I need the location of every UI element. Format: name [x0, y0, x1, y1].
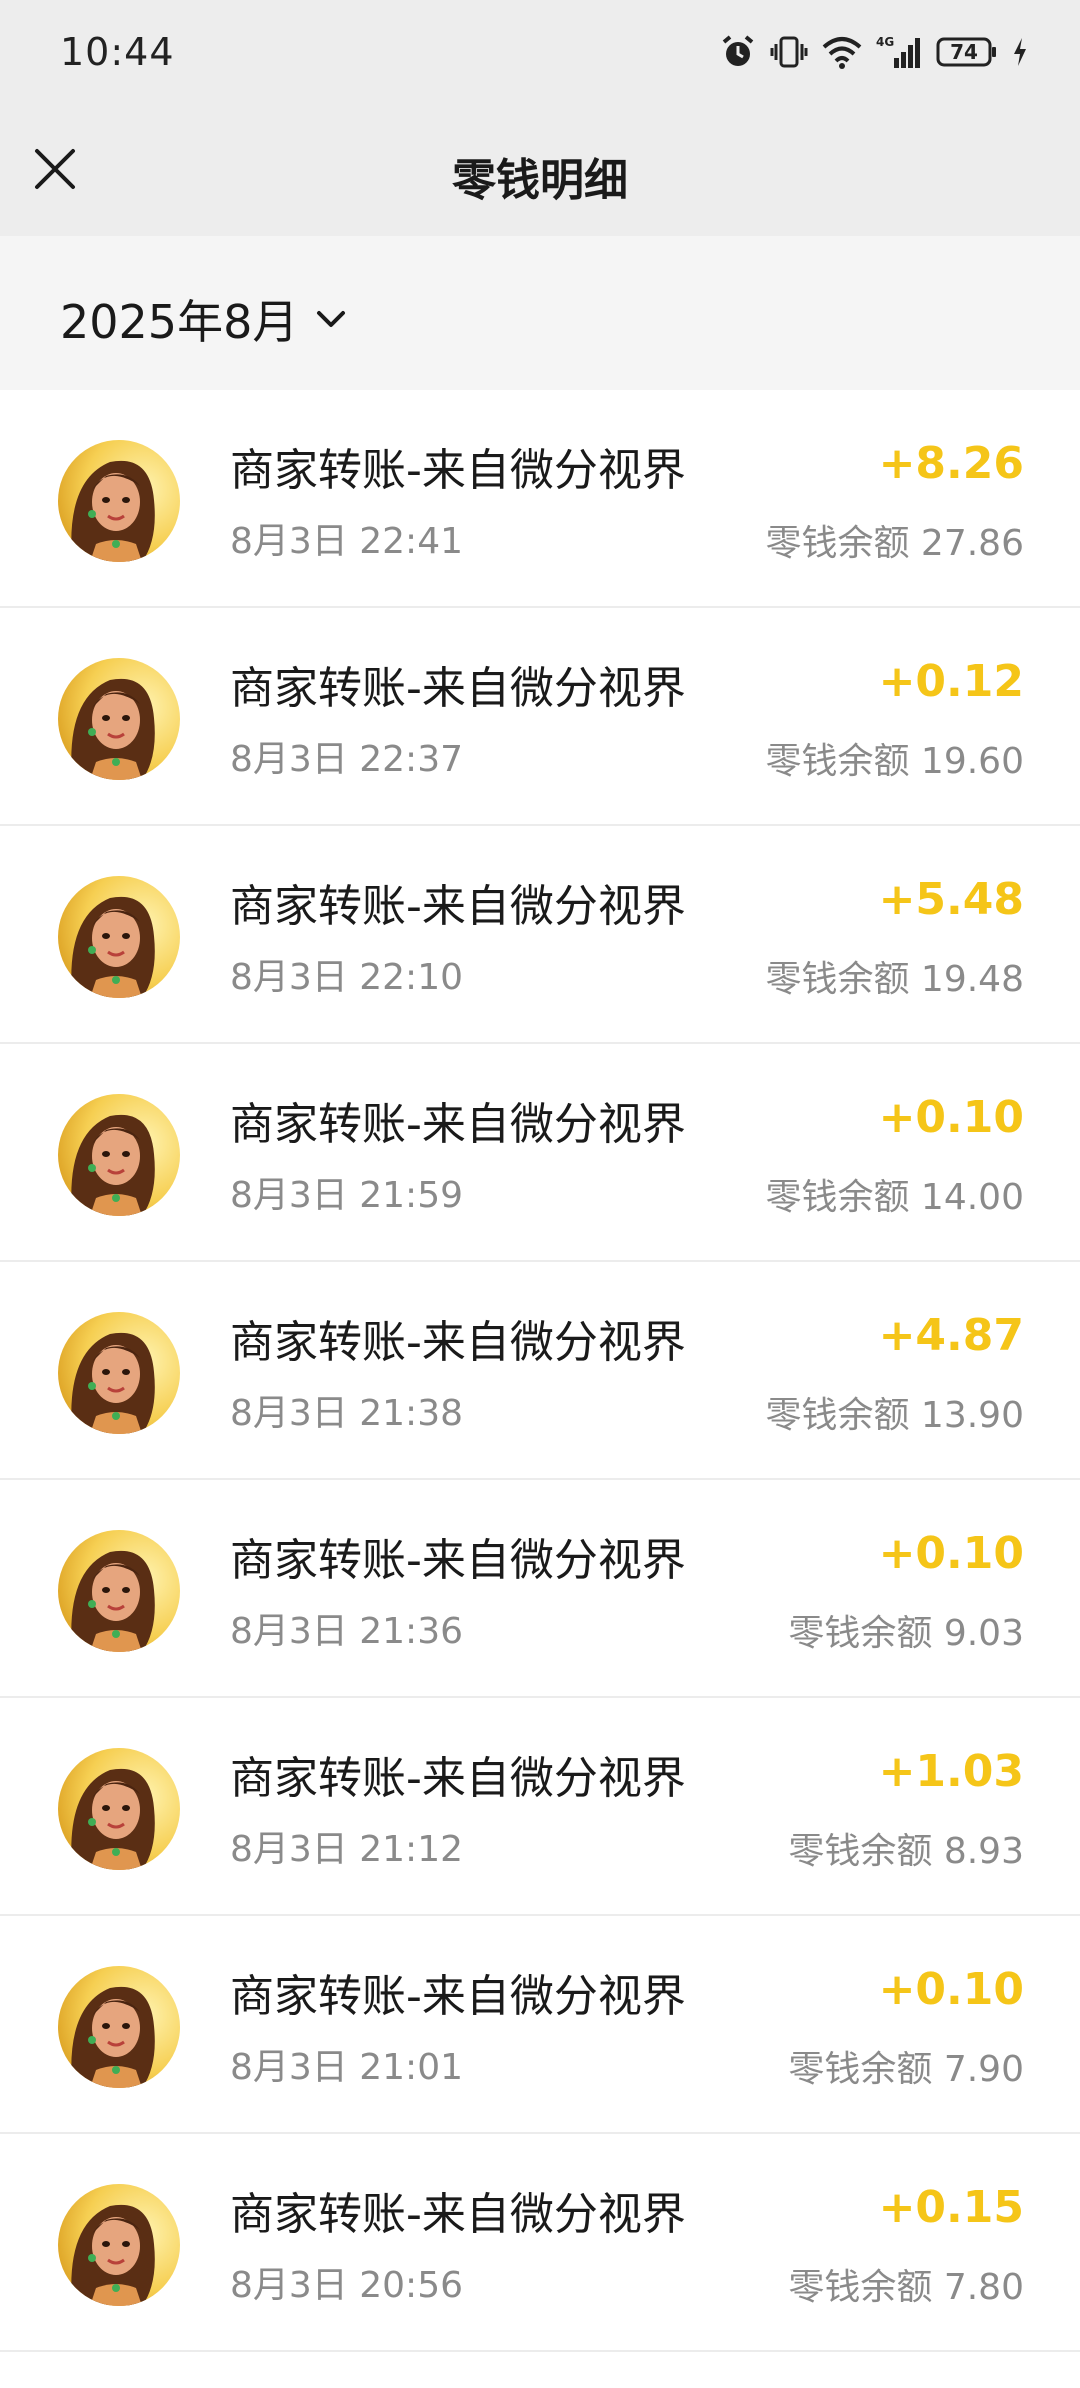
transaction-list: 商家转账-来自微分视界 8月3日 22:41 +8.26 零钱余额 27.86 商家转…: [0, 390, 1080, 2352]
transaction-balance: 零钱余额 19.48: [765, 959, 1024, 1000]
transaction-balance: 零钱余额 19.60: [765, 741, 1024, 782]
battery-level: 74: [950, 40, 978, 64]
transaction-title: 商家转账-来自微分视界: [230, 881, 686, 932]
transaction-title: 商家转账-来自微分视界: [230, 1099, 686, 1150]
merchant-avatar: [58, 1530, 180, 1652]
transaction-row[interactable]: 商家转账-来自微分视界 8月3日 21:01 +0.10 零钱余额 7.90: [0, 1916, 1080, 2134]
svg-text:4G: 4G: [876, 35, 894, 49]
transaction-amount: +4.87: [878, 1310, 1024, 1361]
transaction-row[interactable]: 商家转账-来自微分视界 8月3日 22:41 +8.26 零钱余额 27.86: [0, 390, 1080, 608]
transaction-row[interactable]: 商家转账-来自微分视界 8月3日 21:12 +1.03 零钱余额 8.93: [0, 1698, 1080, 1916]
month-picker[interactable]: 2025年8月: [60, 286, 346, 352]
charging-icon: [1012, 36, 1028, 68]
transaction-amount: +0.15: [878, 2182, 1024, 2233]
merchant-avatar: [58, 1748, 180, 1870]
screen: 10:44 4G 74 零钱明细 2025年8月 商家转账-来自微分视界 8月3…: [0, 0, 1080, 2388]
battery-icon: 74: [936, 36, 998, 68]
page-title: 零钱明细: [452, 155, 628, 206]
merchant-avatar: [58, 1094, 180, 1216]
month-filter-bar: 2025年8月: [0, 236, 1080, 390]
transaction-amount: +0.12: [878, 656, 1024, 707]
merchant-avatar: [58, 2184, 180, 2306]
transaction-amount: +8.26: [878, 438, 1024, 489]
status-bar: 10:44 4G 74: [0, 0, 1080, 104]
transaction-title: 商家转账-来自微分视界: [230, 1317, 686, 1368]
transaction-time: 8月3日 21:12: [230, 1829, 463, 1870]
transaction-amount: +5.48: [878, 874, 1024, 925]
transaction-balance: 零钱余额 27.86: [765, 523, 1024, 564]
status-time: 10:44: [60, 30, 175, 74]
wifi-icon: [822, 35, 862, 69]
transaction-time: 8月3日 21:01: [230, 2047, 463, 2088]
transaction-amount: +0.10: [878, 1964, 1024, 2015]
transaction-title: 商家转账-来自微分视界: [230, 2189, 686, 2240]
transaction-balance: 零钱余额 7.90: [788, 2049, 1024, 2090]
transaction-row[interactable]: 商家转账-来自微分视界 8月3日 21:59 +0.10 零钱余额 14.00: [0, 1044, 1080, 1262]
transaction-balance: 零钱余额 7.80: [788, 2267, 1024, 2308]
transaction-title: 商家转账-来自微分视界: [230, 1753, 686, 1804]
transaction-amount: +0.10: [878, 1092, 1024, 1143]
transaction-amount: +1.03: [878, 1746, 1024, 1797]
transaction-balance: 零钱余额 9.03: [788, 1613, 1024, 1654]
transaction-row[interactable]: 商家转账-来自微分视界 8月3日 22:37 +0.12 零钱余额 19.60: [0, 608, 1080, 826]
merchant-avatar: [58, 440, 180, 562]
transaction-row[interactable]: 商家转账-来自微分视界 8月3日 20:56 +0.15 零钱余额 7.80: [0, 2134, 1080, 2352]
transaction-title: 商家转账-来自微分视界: [230, 663, 686, 714]
alarm-icon: [720, 34, 756, 70]
transaction-time: 8月3日 21:38: [230, 1393, 463, 1434]
transaction-balance: 零钱余额 14.00: [765, 1177, 1024, 1218]
month-label: 2025年8月: [60, 295, 299, 349]
transaction-time: 8月3日 22:41: [230, 521, 463, 562]
transaction-row[interactable]: 商家转账-来自微分视界 8月3日 21:38 +4.87 零钱余额 13.90: [0, 1262, 1080, 1480]
transaction-row[interactable]: 商家转账-来自微分视界 8月3日 21:36 +0.10 零钱余额 9.03: [0, 1480, 1080, 1698]
transaction-balance: 零钱余额 13.90: [765, 1395, 1024, 1436]
transaction-title: 商家转账-来自微分视界: [230, 445, 686, 496]
nav-bar: 零钱明细: [0, 104, 1080, 236]
transaction-time: 8月3日 22:10: [230, 957, 463, 998]
merchant-avatar: [58, 1966, 180, 2088]
vibrate-icon: [770, 34, 808, 70]
transaction-row[interactable]: 商家转账-来自微分视界 8月3日 22:10 +5.48 零钱余额 19.48: [0, 826, 1080, 1044]
transaction-time: 8月3日 21:36: [230, 1611, 463, 1652]
transaction-balance: 零钱余额 8.93: [788, 1831, 1024, 1872]
transaction-time: 8月3日 22:37: [230, 739, 463, 780]
merchant-avatar: [58, 1312, 180, 1434]
transaction-time: 8月3日 21:59: [230, 1175, 463, 1216]
merchant-avatar: [58, 658, 180, 780]
transaction-title: 商家转账-来自微分视界: [230, 1535, 686, 1586]
signal-icon: 4G: [876, 34, 922, 70]
transaction-time: 8月3日 20:56: [230, 2265, 463, 2306]
merchant-avatar: [58, 876, 180, 998]
chevron-down-icon: [317, 311, 346, 327]
status-icons: 4G 74: [720, 30, 1028, 74]
transaction-amount: +0.10: [878, 1528, 1024, 1579]
transaction-title: 商家转账-来自微分视界: [230, 1971, 686, 2022]
